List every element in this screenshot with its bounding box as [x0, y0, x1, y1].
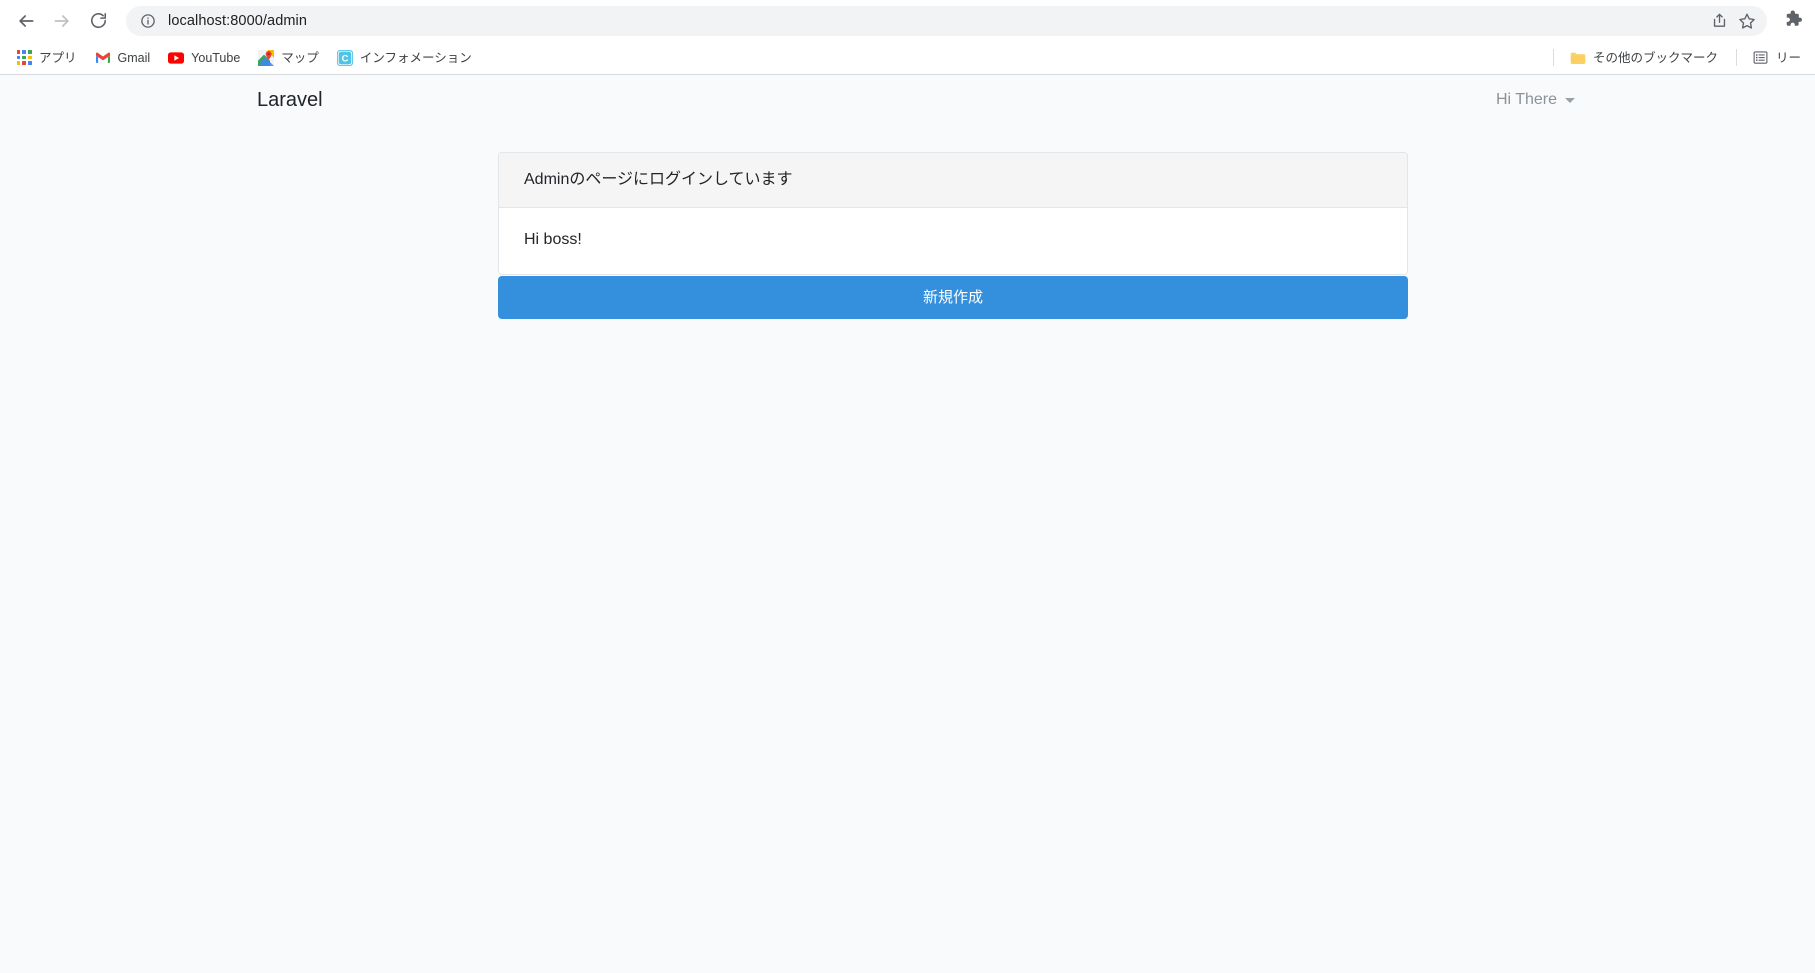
browser-toolbar: localhost:8000/admin — [0, 0, 1815, 41]
apps-grid-icon — [16, 50, 32, 66]
forward-button[interactable] — [44, 3, 80, 39]
svg-text:C: C — [341, 53, 348, 63]
bookmarks-divider-2 — [1735, 49, 1737, 66]
bookmark-label: その他のブックマーク — [1592, 50, 1718, 65]
user-dropdown-label: Hi There — [1495, 91, 1557, 108]
other-bookmarks-button[interactable]: その他のブックマーク — [1562, 45, 1726, 71]
bookmark-label: マップ — [281, 50, 319, 65]
arrow-right-icon — [52, 11, 72, 31]
app-navbar: Laravel Hi There — [0, 75, 1815, 125]
address-bar-url[interactable]: localhost:8000/admin — [168, 11, 1705, 31]
address-bar[interactable]: localhost:8000/admin — [126, 5, 1767, 36]
c-app-icon: C — [336, 49, 353, 66]
folder-icon — [1570, 50, 1586, 66]
google-maps-icon — [258, 49, 275, 66]
puzzle-piece-icon — [1782, 8, 1803, 34]
content-area: Adminのページにログインしています Hi boss! 新規作成 — [0, 125, 1815, 320]
user-dropdown-toggle[interactable]: Hi There — [1496, 91, 1575, 109]
reload-icon — [89, 11, 108, 30]
bookmarks-divider — [1552, 49, 1554, 66]
bookmark-label: Gmail — [117, 50, 151, 65]
back-button[interactable] — [8, 3, 44, 39]
bookmark-maps[interactable]: マップ — [250, 45, 327, 71]
browser-chrome: localhost:8000/admin アプリ Gmail YouTube マ… — [0, 0, 1815, 74]
star-icon[interactable] — [1733, 7, 1761, 35]
admin-card-body: Hi boss! — [499, 208, 1407, 275]
youtube-icon — [168, 50, 185, 66]
reading-list-icon — [1753, 50, 1769, 66]
arrow-left-icon — [16, 11, 36, 31]
bookmark-information[interactable]: C インフォメーション — [329, 45, 480, 71]
admin-card-header: Adminのページにログインしています — [499, 153, 1407, 209]
share-icon[interactable] — [1705, 7, 1733, 35]
info-circle-icon[interactable] — [138, 11, 158, 31]
chevron-down-icon — [1565, 97, 1575, 103]
navbar-brand-laravel[interactable]: Laravel — [257, 90, 323, 110]
bookmark-label: リー — [1775, 50, 1801, 65]
bookmark-youtube[interactable]: YouTube — [160, 45, 248, 71]
reading-list-button[interactable]: リー — [1745, 45, 1809, 71]
bookmark-gmail[interactable]: Gmail — [87, 45, 159, 71]
bookmark-apps[interactable]: アプリ — [8, 45, 85, 71]
bookmark-label: アプリ — [39, 50, 77, 65]
page-viewport: Laravel Hi There Adminのページにログインしています Hi … — [0, 74, 1815, 973]
bookmark-label: インフォメーション — [359, 50, 472, 65]
gmail-icon — [95, 50, 111, 66]
bookmarks-bar: アプリ Gmail YouTube マップ C インフォメーション その他のブッ… — [0, 41, 1815, 74]
create-new-button[interactable]: 新規作成 — [498, 276, 1408, 320]
bookmark-label: YouTube — [191, 50, 241, 65]
extensions-button[interactable] — [1777, 6, 1807, 36]
reload-button[interactable] — [80, 3, 116, 39]
admin-card: Adminのページにログインしています Hi boss! — [498, 152, 1408, 276]
